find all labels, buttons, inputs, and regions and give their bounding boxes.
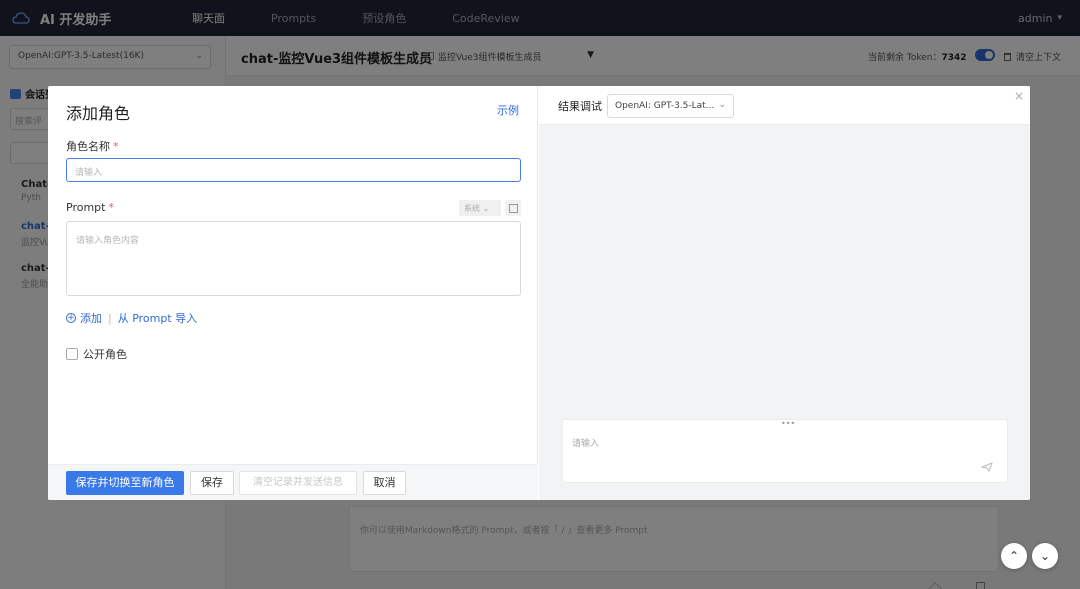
cancel-button[interactable]: 取消 xyxy=(363,471,406,495)
send-icon[interactable] xyxy=(981,462,993,472)
plus-circle-icon: + xyxy=(66,313,76,323)
system-role-select[interactable]: 系统 ⌄ xyxy=(459,200,501,216)
debug-label: 结果调试 xyxy=(558,100,602,113)
add-role-modal: 添加角色 示例 角色名称 * 请输入 Prompt * 系统 ⌄ 请输入角色内容 +… xyxy=(48,86,1030,500)
prompt-textarea[interactable]: 请输入角色内容 xyxy=(66,221,521,296)
debug-input[interactable]: ••• 请输入 xyxy=(562,419,1008,483)
chevron-down-icon: ⌄ xyxy=(718,100,726,110)
role-name-input[interactable]: 请输入 xyxy=(66,158,521,182)
prompt-label: Prompt * xyxy=(66,201,114,214)
prompt-label-text: Prompt xyxy=(66,201,106,214)
debug-model-value: OpenAI: GPT-3.5-Lat... xyxy=(615,101,715,111)
scroll-up-button[interactable]: ⌃ xyxy=(1001,543,1027,569)
result-debug-pane: 结果调试 OpenAI: GPT-3.5-Lat... ⌄ × ••• 请输入 xyxy=(539,86,1030,500)
save-and-switch-button[interactable]: 保存并切换至新角色 xyxy=(66,471,184,495)
copy-icon[interactable] xyxy=(505,200,521,216)
clear-and-send-button[interactable]: 清空记录并发送信息 xyxy=(239,471,357,495)
import-from-prompt-button[interactable]: 从 Prompt 导入 xyxy=(118,310,197,326)
chevron-down-icon: ⌄ xyxy=(1039,549,1051,563)
debug-model-select[interactable]: OpenAI: GPT-3.5-Lat... ⌄ xyxy=(607,94,734,118)
add-button[interactable]: 添加 xyxy=(80,310,102,326)
role-form-pane: 添加角色 示例 角色名称 * 请输入 Prompt * 系统 ⌄ 请输入角色内容 +… xyxy=(48,86,538,500)
required-mark: * xyxy=(113,140,119,153)
public-role-option[interactable]: 公开角色 xyxy=(66,346,127,362)
role-name-label-text: 角色名称 xyxy=(66,140,110,153)
modal-title: 添加角色 xyxy=(66,104,131,123)
debug-input-placeholder: 请输入 xyxy=(572,439,600,449)
debug-header: 结果调试 OpenAI: GPT-3.5-Lat... ⌄ × xyxy=(539,86,1030,125)
example-link[interactable]: 示例 xyxy=(497,102,519,118)
role-name-label: 角色名称 * xyxy=(66,138,119,154)
required-mark: * xyxy=(108,201,114,214)
modal-footer: 保存并切换至新角色 保存 清空记录并发送信息 取消 xyxy=(48,464,538,500)
chevron-up-icon: ⌃ xyxy=(1008,549,1020,563)
close-icon[interactable]: × xyxy=(1014,89,1024,103)
save-button[interactable]: 保存 xyxy=(190,471,234,495)
public-role-checkbox[interactable] xyxy=(66,348,78,360)
public-role-label: 公开角色 xyxy=(83,348,127,361)
scroll-down-button[interactable]: ⌄ xyxy=(1032,543,1058,569)
resize-handle-icon[interactable]: ••• xyxy=(781,419,795,428)
divider: | xyxy=(108,311,112,325)
chevron-down-icon: ⌄ xyxy=(482,204,490,213)
system-select-value: 系统 xyxy=(464,204,480,213)
add-actions: + 添加 | 从 Prompt 导入 xyxy=(66,310,197,326)
